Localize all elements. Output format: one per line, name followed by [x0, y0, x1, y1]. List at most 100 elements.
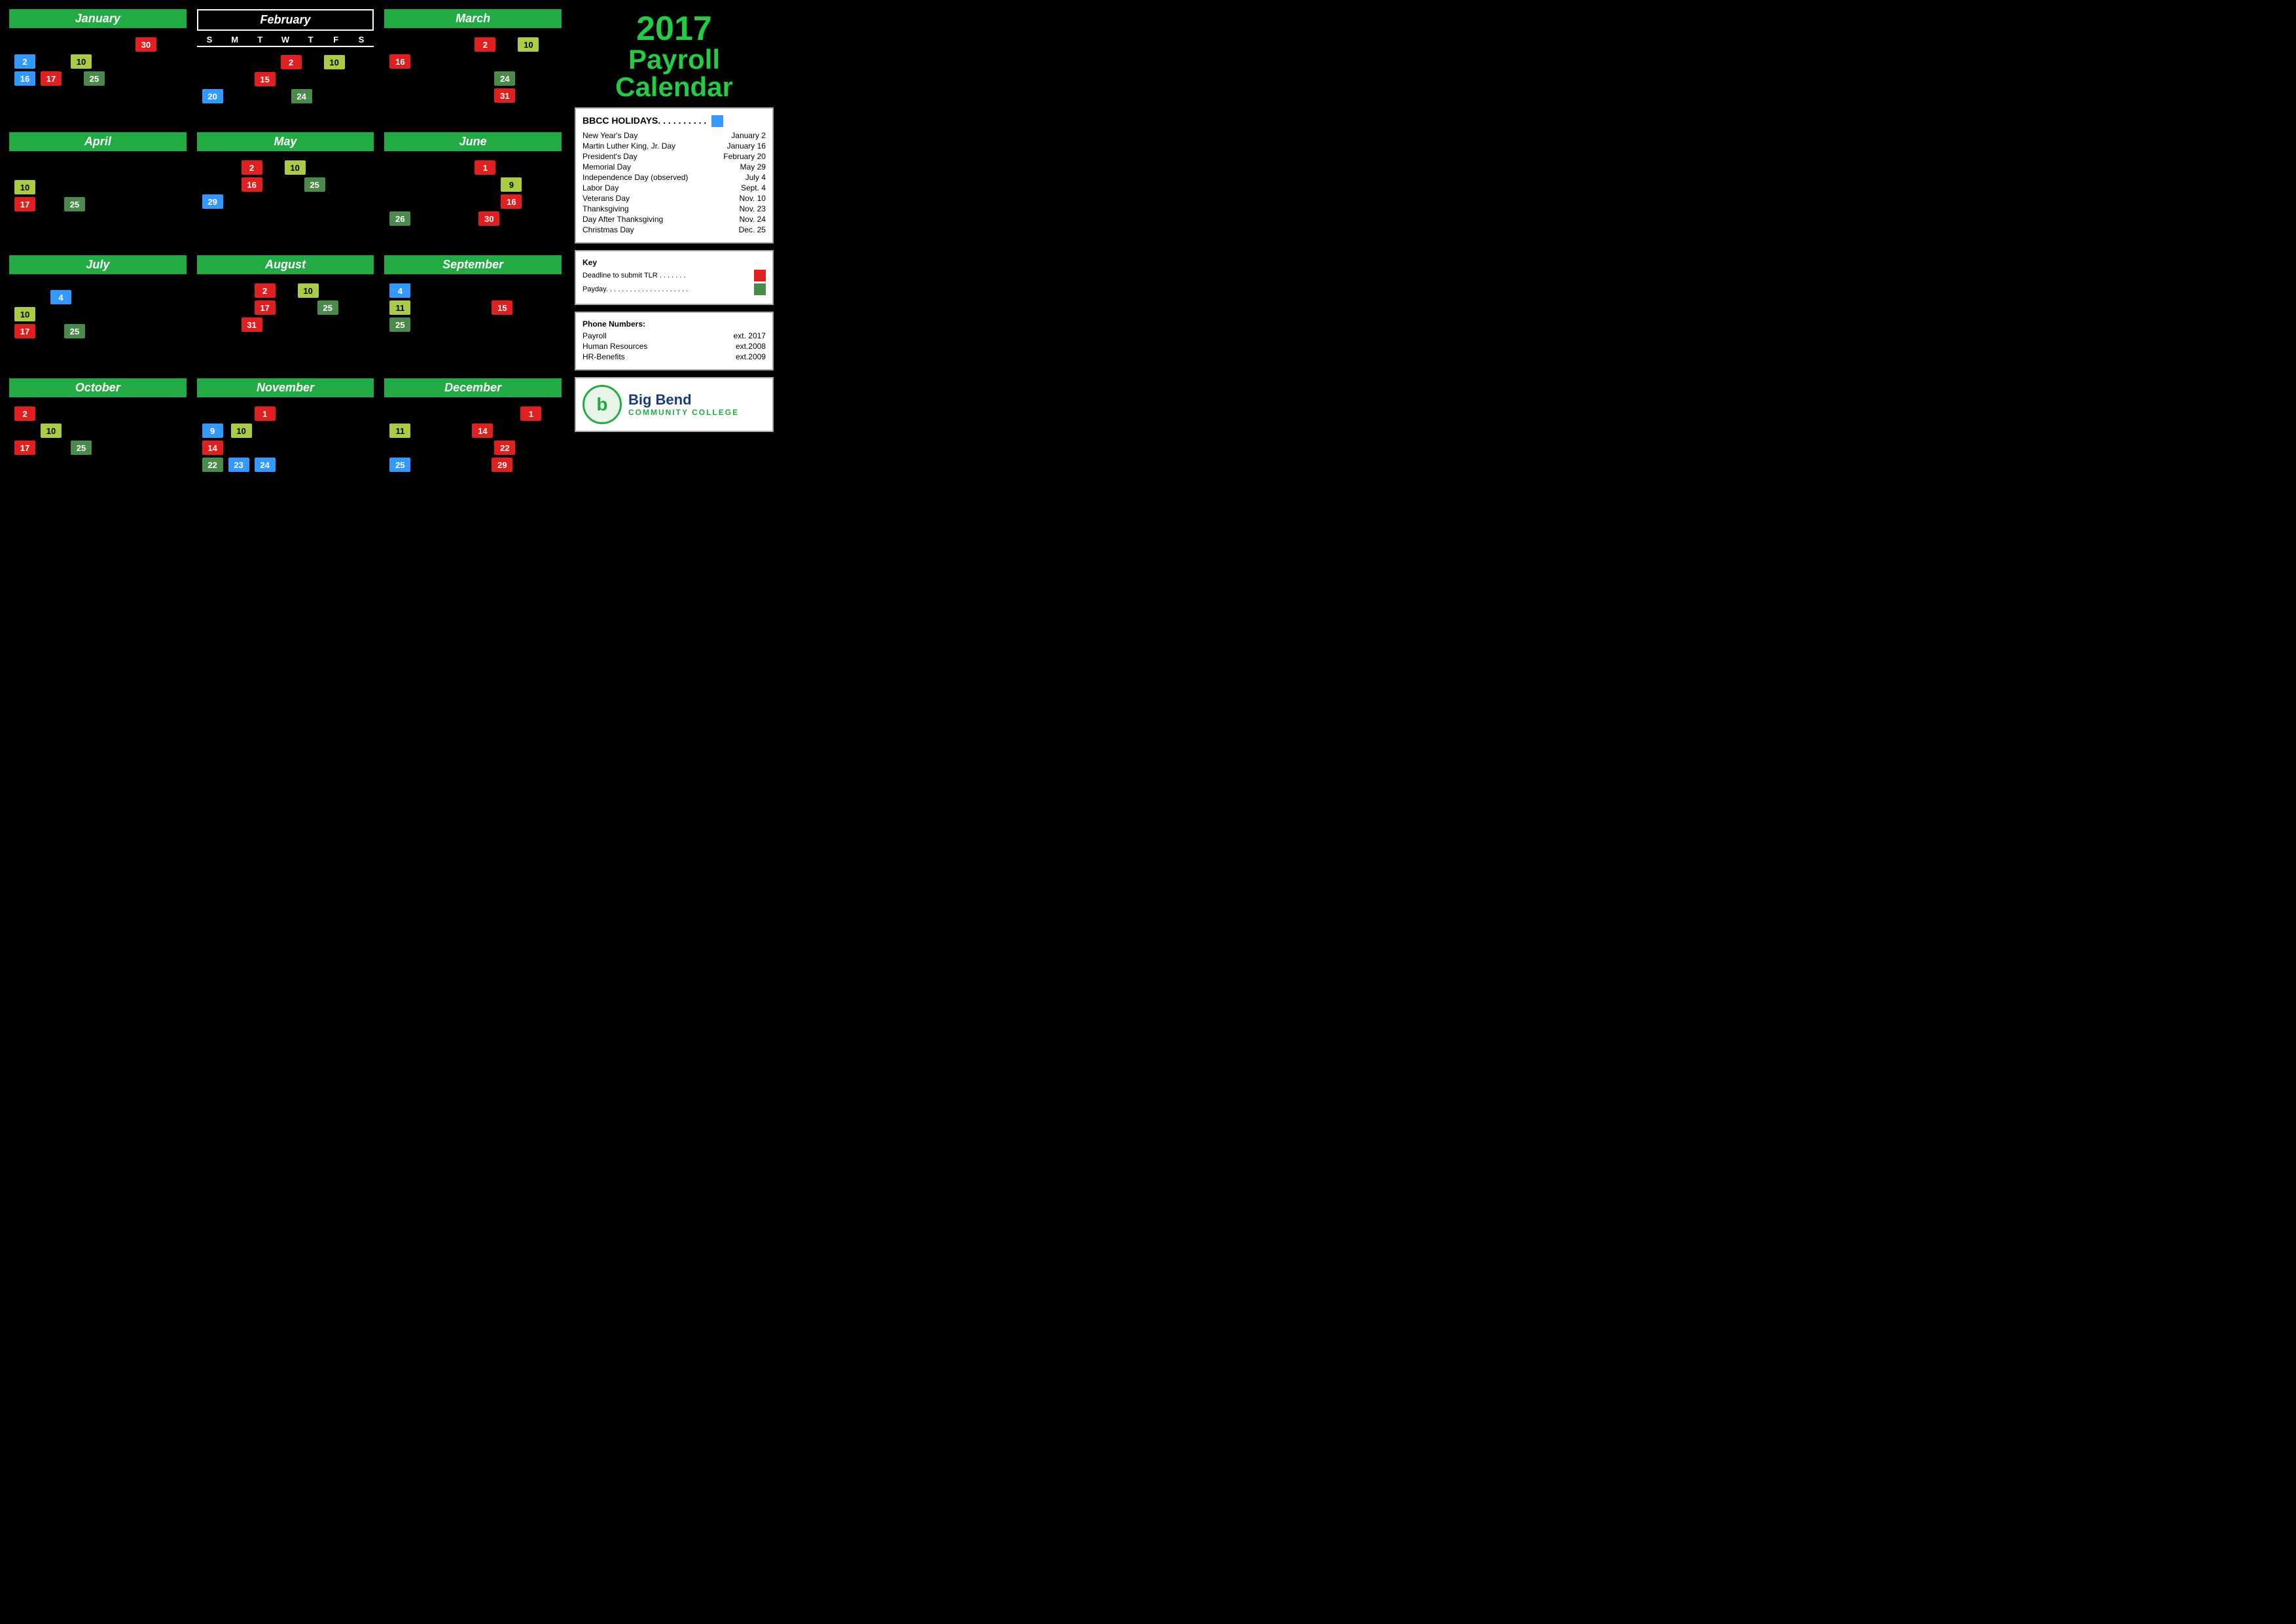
phone-value: ext.2008	[736, 342, 766, 351]
date-row: 24	[389, 71, 556, 86]
date-box: 25	[317, 300, 338, 315]
date-box: 4	[389, 283, 410, 298]
phone-box: Phone Numbers: Payrollext. 2017Human Res…	[575, 312, 774, 370]
date-box: 22	[494, 441, 515, 455]
holiday-name: Veterans Day	[583, 194, 630, 203]
payday-label: Payday. . . . . . . . . . . . . . . . . …	[583, 285, 751, 293]
date-box: 15	[492, 300, 512, 315]
date-box: 29	[202, 194, 223, 209]
date-box: 10	[518, 37, 539, 52]
date-row: 29	[202, 194, 369, 209]
holiday-item: Memorial Day May 29	[583, 162, 766, 171]
october-block: October 2 10 17 25	[7, 376, 189, 494]
date-box: 11	[389, 300, 410, 315]
date-row: 25 29	[389, 458, 556, 472]
date-box: 14	[202, 441, 223, 455]
date-row: 2 10	[14, 54, 181, 69]
date-box: 16	[501, 194, 522, 209]
july-header: July	[9, 255, 187, 274]
calendar-title: Calendar	[575, 73, 774, 101]
date-row: 2 10	[202, 55, 369, 69]
july-block: July 4 10 17 25	[7, 253, 189, 370]
tlr-label: Deadline to submit TLR . . . . . . .	[583, 272, 751, 280]
date-box: 11	[389, 424, 410, 438]
date-row: 1	[389, 160, 556, 175]
holidays-box: BBCC HOLIDAYS. . . . . . . . . . New Yea…	[575, 107, 774, 244]
september-dates: 4 11 15 25	[384, 278, 562, 337]
holiday-date: July 4	[745, 173, 766, 182]
holiday-date: January 2	[731, 131, 766, 140]
date-box: 15	[255, 72, 276, 86]
date-box: 22	[202, 458, 223, 472]
date-box: 25	[389, 317, 410, 332]
april-header: April	[9, 132, 187, 151]
holiday-name: Thanksgiving	[583, 204, 629, 213]
date-row: 9 10	[202, 424, 369, 438]
date-row: 11 14	[389, 424, 556, 438]
date-box: 26	[389, 211, 410, 226]
march-dates: 2 10 16 24 31	[384, 32, 562, 108]
holiday-date: Nov. 24	[740, 215, 766, 224]
logo-name-line1: Big Bend	[628, 392, 739, 408]
date-box: 24	[255, 458, 276, 472]
holiday-date: Sept. 4	[741, 183, 766, 192]
date-box: 31	[242, 317, 262, 332]
date-row: 10	[14, 307, 181, 321]
holiday-item: Independence Day (observed) July 4	[583, 173, 766, 182]
date-row: 16	[389, 194, 556, 209]
september-block: September 4 11 15 25	[382, 253, 564, 370]
holiday-color-indicator	[711, 115, 723, 127]
december-dates: 1 11 14 22 25 29	[384, 401, 562, 477]
date-box: 25	[64, 197, 85, 211]
holiday-name: Labor Day	[583, 183, 619, 192]
phone-value: ext.2009	[736, 352, 766, 361]
date-box: 20	[202, 89, 223, 103]
holiday-name: Independence Day (observed)	[583, 173, 688, 182]
october-header: October	[9, 378, 187, 397]
date-box: 2	[255, 283, 276, 298]
february-block: February S M T W T F S 2 10 15 20	[194, 7, 377, 124]
date-box: 10	[14, 307, 35, 321]
date-box: 17	[14, 324, 35, 338]
date-row: 16 17 25	[14, 71, 181, 86]
date-box: 2	[242, 160, 262, 175]
holiday-date: January 16	[727, 141, 766, 151]
holiday-list: New Year's DayJanuary 2Martin Luther Kin…	[583, 131, 766, 234]
january-block: January 30 2 10 16 17 25	[7, 7, 189, 124]
holiday-name: Memorial Day	[583, 162, 631, 171]
date-box: 16	[242, 177, 262, 192]
phone-label: HR-Benefits	[583, 352, 625, 361]
date-box: 10	[41, 424, 62, 438]
holiday-name: President's Day	[583, 152, 637, 161]
date-row: 2 10	[202, 283, 369, 298]
september-header: September	[384, 255, 562, 274]
date-row: 31	[389, 88, 556, 103]
date-row: 10	[14, 180, 181, 194]
date-box: 29	[492, 458, 512, 472]
phone-label: Payroll	[583, 331, 607, 340]
february-header: February	[197, 9, 374, 31]
date-box: 2	[14, 406, 35, 421]
date-box: 10	[285, 160, 306, 175]
payroll-title: Payroll	[575, 46, 774, 73]
date-box: 2	[281, 55, 302, 69]
date-box: 30	[135, 37, 156, 52]
date-box: 2	[14, 54, 35, 69]
date-box: 25	[304, 177, 325, 192]
holiday-name: Christmas Day	[583, 225, 634, 234]
date-box: 25	[389, 458, 410, 472]
may-dates: 2 10 16 25 29	[197, 155, 374, 214]
january-dates: 30 2 10 16 17 25	[9, 32, 187, 91]
date-box: 23	[228, 458, 249, 472]
logo-text: Big Bend COMMUNITY COLLEGE	[628, 392, 739, 417]
date-row: 15	[202, 72, 369, 86]
date-row: 16	[389, 54, 556, 69]
august-dates: 2 10 17 25 31	[197, 278, 374, 337]
april-block: April 10 17 25	[7, 130, 189, 247]
date-box: 24	[291, 89, 312, 103]
holiday-date: May 29	[740, 162, 766, 171]
tlr-key-row: Deadline to submit TLR . . . . . . .	[583, 270, 766, 281]
date-row: 10	[14, 424, 181, 438]
date-row: 14	[202, 441, 369, 455]
date-box: 14	[472, 424, 493, 438]
